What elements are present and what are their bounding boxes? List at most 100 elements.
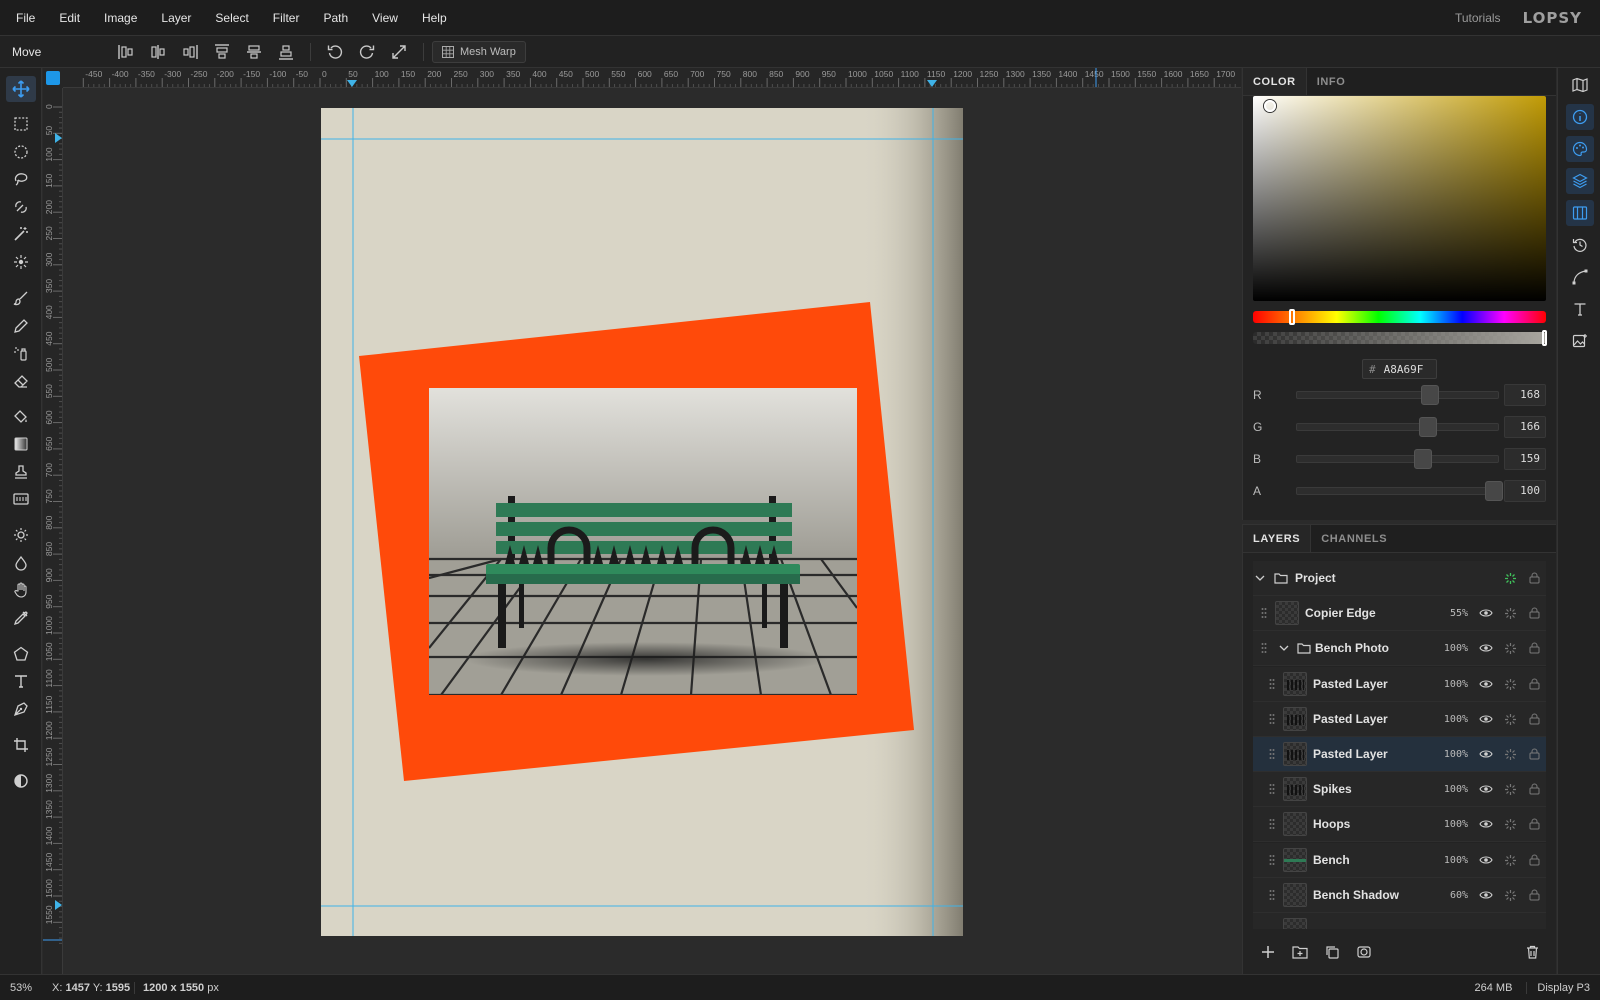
fx-active-icon[interactable] (1498, 572, 1522, 585)
align-bottom-icon[interactable] (270, 36, 302, 68)
tutorials-link[interactable]: Tutorials (1455, 11, 1501, 25)
blur-icon[interactable] (6, 550, 36, 576)
red-slider-thumb[interactable] (1420, 385, 1439, 405)
contrast-icon[interactable] (6, 768, 36, 794)
layer-row[interactable]: Bench Photo 100% (1253, 631, 1546, 666)
lock-icon[interactable] (1522, 818, 1546, 830)
chevron-down-icon[interactable] (1275, 643, 1293, 653)
trash-icon[interactable] (1521, 941, 1543, 963)
path-icon[interactable] (1566, 264, 1594, 290)
align-vcenter-icon[interactable] (238, 36, 270, 68)
magnetic-lasso-icon[interactable] (6, 194, 36, 220)
move-tool-icon[interactable] (6, 76, 36, 102)
columns-icon[interactable] (1566, 200, 1594, 226)
align-top-icon[interactable] (206, 36, 238, 68)
green-slider-thumb[interactable] (1418, 417, 1437, 437)
zoom-level[interactable]: 53% (0, 982, 42, 994)
lock-icon[interactable] (1522, 607, 1546, 619)
hue-slider[interactable] (1253, 309, 1546, 325)
ruler-corner[interactable] (43, 68, 63, 88)
drag-handle-icon[interactable] (1253, 607, 1275, 619)
layer-row[interactable]: Pasted Layer 100% (1253, 737, 1546, 772)
red-value-field[interactable]: 168 (1504, 384, 1546, 406)
lock-icon[interactable] (1522, 889, 1546, 901)
menu-path[interactable]: Path (311, 0, 360, 36)
new-group-icon[interactable] (1289, 941, 1311, 963)
layer-opacity[interactable]: 100% (1432, 714, 1468, 725)
drag-handle-icon[interactable] (1261, 818, 1283, 830)
layers-icon[interactable] (1566, 168, 1594, 194)
layer-opacity[interactable]: 100% (1432, 679, 1468, 690)
layer-row[interactable]: Pasted Layer 100% (1253, 667, 1546, 702)
drag-handle-icon[interactable] (1261, 783, 1283, 795)
info-icon[interactable] (1566, 104, 1594, 130)
menu-select[interactable]: Select (203, 0, 260, 36)
layer-row[interactable]: Copier Edge 55% (1253, 596, 1546, 631)
align-right-icon[interactable] (174, 36, 206, 68)
pen-icon[interactable] (6, 696, 36, 722)
lasso-icon[interactable] (6, 166, 36, 192)
blue-value-field[interactable]: 159 (1504, 448, 1546, 470)
horizontal-ruler[interactable]: -450 -400 -350 -300 -250 -200 -150 -100 -50 0 50 10… (63, 68, 1241, 88)
map-icon[interactable] (1566, 72, 1594, 98)
hue-slider-handle[interactable] (1289, 309, 1295, 325)
layer-row[interactable]: Bench Shadow 60% (1253, 878, 1546, 913)
eye-icon[interactable] (1474, 890, 1498, 900)
fx-icon[interactable] (1498, 678, 1522, 691)
color-picker-handle[interactable] (1264, 100, 1276, 112)
fx-icon[interactable] (1498, 889, 1522, 902)
eraser-icon[interactable] (6, 368, 36, 394)
layer-row[interactable]: Project (1253, 561, 1546, 596)
hand-icon[interactable] (6, 577, 36, 603)
layer-opacity[interactable]: 100% (1432, 784, 1468, 795)
gradient-icon[interactable] (6, 431, 36, 457)
stamp-icon[interactable] (6, 459, 36, 485)
drag-handle-icon[interactable] (1261, 748, 1283, 760)
fx-icon[interactable] (1498, 818, 1522, 831)
crop-icon[interactable] (6, 732, 36, 758)
lock-icon[interactable] (1522, 748, 1546, 760)
alpha-channel-slider[interactable] (1295, 481, 1503, 501)
layer-opacity[interactable]: 100% (1432, 819, 1468, 830)
magic-wand-icon[interactable] (6, 221, 36, 247)
fx-icon[interactable] (1498, 783, 1522, 796)
mesh-warp-button[interactable]: Mesh Warp (432, 40, 526, 63)
duplicate-layer-icon[interactable] (1321, 941, 1343, 963)
eye-icon[interactable] (1474, 643, 1498, 653)
alpha-value-field[interactable]: 100 (1504, 480, 1546, 502)
lock-icon[interactable] (1522, 713, 1546, 725)
text-tool-icon[interactable] (6, 668, 36, 694)
brush-icon[interactable] (6, 285, 36, 311)
dodge-icon[interactable] (6, 522, 36, 548)
layer-list[interactable]: Project Copier Edge 55% Bench Photo 100% Pas… (1253, 561, 1546, 929)
shape-icon[interactable] (6, 641, 36, 667)
vertical-ruler[interactable]: 0 50 100 150 200 250 300 350 400 450 500 550 600 650 7… (43, 88, 63, 974)
layer-opacity[interactable]: 100% (1432, 855, 1468, 866)
hex-input[interactable]: # A8A69F (1362, 359, 1437, 379)
menu-layer[interactable]: Layer (149, 0, 203, 36)
eyedropper-icon[interactable] (6, 605, 36, 631)
eye-icon[interactable] (1474, 608, 1498, 618)
tab-color[interactable]: COLOR (1243, 68, 1307, 95)
fx-icon[interactable] (1498, 607, 1522, 620)
quick-select-icon[interactable] (6, 249, 36, 275)
expand-icon[interactable] (383, 36, 415, 68)
menu-filter[interactable]: Filter (261, 0, 312, 36)
eye-icon[interactable] (1474, 784, 1498, 794)
eye-icon[interactable] (1474, 714, 1498, 724)
layer-row[interactable]: Pasted Layer 100% (1253, 702, 1546, 737)
saturation-value-picker[interactable] (1253, 96, 1546, 301)
fx-icon[interactable] (1498, 642, 1522, 655)
lock-icon[interactable] (1522, 572, 1546, 584)
fx-icon[interactable] (1498, 748, 1522, 761)
rect-select-icon[interactable] (6, 111, 36, 137)
drag-handle-icon[interactable] (1261, 889, 1283, 901)
menu-edit[interactable]: Edit (47, 0, 92, 36)
alpha-slider[interactable] (1253, 330, 1547, 346)
ellipse-select-icon[interactable] (6, 139, 36, 165)
green-slider[interactable] (1295, 417, 1500, 437)
drag-handle-icon[interactable] (1253, 642, 1275, 654)
red-slider[interactable] (1295, 385, 1500, 405)
blue-slider-thumb[interactable] (1413, 449, 1432, 469)
palette-icon[interactable] (1566, 136, 1594, 162)
